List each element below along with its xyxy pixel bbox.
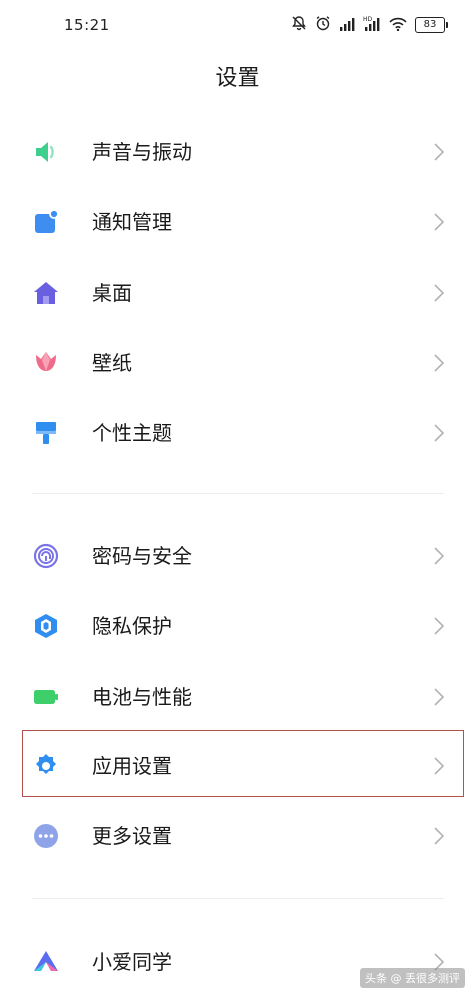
settings-item-label: 个性主题 <box>92 421 172 445</box>
settings-item-wallpaper[interactable]: 壁纸 <box>0 328 475 398</box>
speaker-icon <box>36 142 54 162</box>
brush-icon <box>36 422 56 444</box>
settings-item-label: 更多设置 <box>92 824 172 848</box>
settings-item-label: 小爱同学 <box>92 950 172 974</box>
settings-item-label: 桌面 <box>92 281 132 305</box>
chevron-right-icon <box>434 213 445 231</box>
settings-item-sound-vibration[interactable]: 声音与振动 <box>0 117 475 187</box>
signal-icon <box>339 16 355 35</box>
settings-item-label: 密码与安全 <box>92 544 192 568</box>
settings-item-privacy[interactable]: 隐私保护 <box>0 591 475 661</box>
settings-item-desktop[interactable]: 桌面 <box>0 258 475 328</box>
alarm-icon <box>315 15 331 35</box>
home-icon <box>34 282 58 304</box>
chevron-right-icon <box>434 143 445 161</box>
status-bar: 15:21 HD 83 <box>0 0 475 50</box>
chevron-right-icon <box>434 284 445 302</box>
group-divider <box>32 493 444 494</box>
hd-label: HD <box>363 16 373 23</box>
settings-item-notifications[interactable]: 通知管理 <box>0 187 475 257</box>
battery-performance-icon <box>34 690 58 704</box>
settings-item-password-security[interactable]: 密码与安全 <box>0 521 475 591</box>
wifi-icon <box>389 16 407 35</box>
chevron-right-icon <box>434 688 445 706</box>
battery-icon: 83 <box>415 17 448 33</box>
xiaoai-icon <box>34 951 58 971</box>
settings-item-battery-performance[interactable]: 电池与性能 <box>0 662 475 732</box>
chevron-right-icon <box>434 827 445 845</box>
chevron-right-icon <box>434 617 445 635</box>
fingerprint-icon <box>33 543 59 569</box>
settings-item-themes[interactable]: 个性主题 <box>0 398 475 468</box>
settings-item-label: 隐私保护 <box>92 614 172 638</box>
tulip-icon <box>36 352 56 371</box>
settings-item-label: 壁纸 <box>92 351 132 375</box>
settings-item-label: 电池与性能 <box>92 685 192 709</box>
settings-item-more-settings[interactable]: 更多设置 <box>0 801 475 871</box>
mute-bell-icon <box>291 15 307 35</box>
settings-item-label: 声音与振动 <box>92 140 192 164</box>
settings-item-label: 通知管理 <box>92 210 172 234</box>
privacy-shield-icon <box>35 614 57 638</box>
notification-icon <box>35 209 59 233</box>
status-time: 15:21 <box>64 16 110 34</box>
watermark: 头条 @ 丢很多测评 <box>360 968 465 988</box>
status-icons: HD 83 <box>291 14 448 36</box>
hd-signal-icon: HD <box>363 15 381 35</box>
page-title: 设置 <box>215 66 260 91</box>
chevron-right-icon <box>434 354 445 372</box>
highlight-box <box>22 730 464 797</box>
chevron-right-icon <box>434 424 445 442</box>
more-dots-icon <box>34 824 58 848</box>
group-divider <box>32 898 444 899</box>
chevron-right-icon <box>434 547 445 565</box>
